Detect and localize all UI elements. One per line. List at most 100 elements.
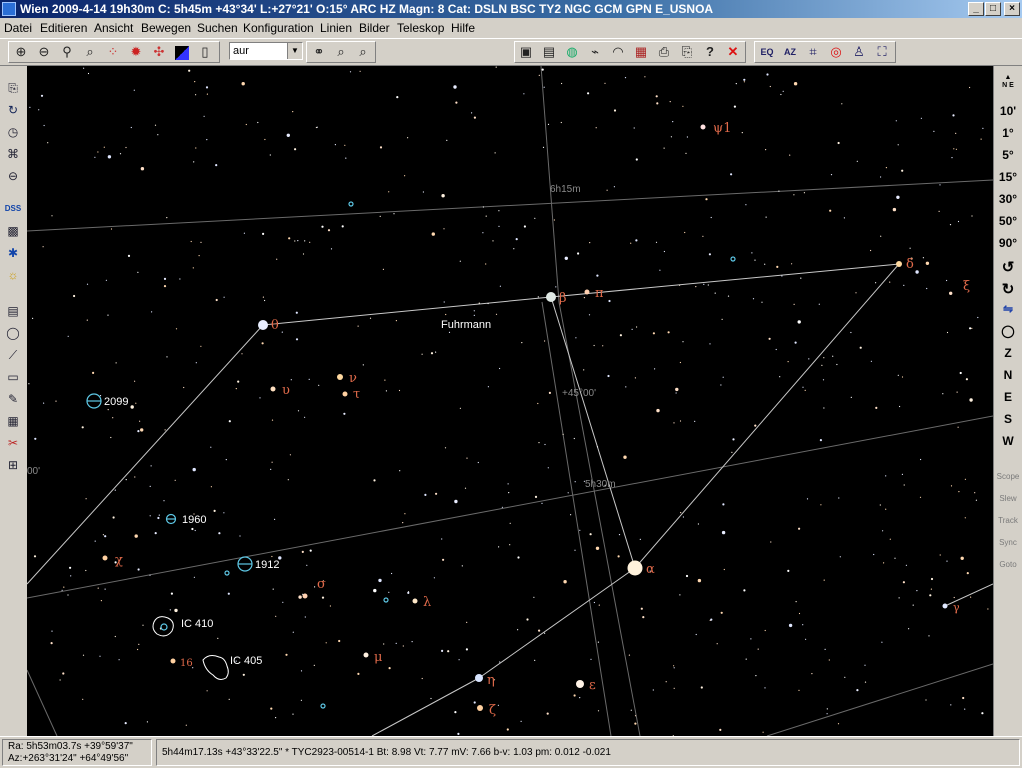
menu-ansicht[interactable]: Ansicht: [94, 21, 133, 35]
cluster-small-4[interactable]: [224, 570, 230, 576]
menu-linien[interactable]: Linien: [320, 21, 352, 35]
fov-10arcmin-button[interactable]: 10': [994, 104, 1022, 118]
refresh-icon[interactable]: ↻: [3, 100, 23, 120]
search-next-icon[interactable]: ⌕: [353, 42, 373, 62]
telescope-slew-button[interactable]: Slew: [994, 494, 1022, 503]
star-psi1[interactable]: [700, 124, 706, 130]
maximize-button[interactable]: □: [985, 2, 1001, 16]
star-16[interactable]: [170, 658, 176, 664]
fov-50deg-button[interactable]: 50°: [994, 214, 1022, 228]
star-tau[interactable]: [342, 391, 348, 397]
view-east-button[interactable]: E: [994, 390, 1022, 404]
star-lambda[interactable]: [412, 598, 418, 604]
print-setup-icon[interactable]: ⎘: [677, 42, 697, 62]
equatorial-grid-icon[interactable]: EQ: [757, 42, 777, 62]
flip-icon[interactable]: ⇋: [994, 302, 1022, 316]
measure-icon[interactable]: ⁘: [103, 42, 123, 62]
nebula-ic405[interactable]: [202, 655, 229, 680]
menu-editieren[interactable]: Editieren: [40, 21, 87, 35]
menu-konfiguration[interactable]: Konfiguration: [243, 21, 314, 35]
coordinate-grid-icon[interactable]: ⌗: [803, 42, 823, 62]
telescope-track-button[interactable]: Track: [994, 516, 1022, 525]
star-nu[interactable]: [337, 374, 343, 380]
menu-hilfe[interactable]: Hilfe: [451, 21, 475, 35]
fov-30deg-button[interactable]: 30°: [994, 192, 1022, 206]
rotate-icon[interactable]: ⌘: [3, 144, 23, 164]
circle-icon[interactable]: ◯: [3, 323, 23, 343]
satellite-icon[interactable]: ⌁: [585, 42, 605, 62]
scope-icon[interactable]: ⟋: [3, 345, 23, 365]
tools-icon[interactable]: ✂: [3, 433, 23, 453]
zoom-in-icon[interactable]: ⊕: [11, 42, 31, 62]
list-icon[interactable]: ▤: [3, 301, 23, 321]
color-scheme-icon[interactable]: [172, 42, 192, 62]
star-eta[interactable]: [475, 674, 483, 682]
horizon-icon[interactable]: ⊖: [3, 166, 23, 186]
clock-icon[interactable]: ◷: [3, 122, 23, 142]
star-chi[interactable]: [102, 555, 108, 561]
cluster-small-1[interactable]: [348, 201, 354, 207]
add-image-icon[interactable]: ⊞: [3, 455, 23, 475]
globe-icon[interactable]: ◍: [562, 42, 582, 62]
calculator-icon[interactable]: ▦: [3, 411, 23, 431]
save-icon[interactable]: ▣: [516, 42, 536, 62]
menu-teleskop[interactable]: Teleskop: [397, 21, 444, 35]
view-west-button[interactable]: W: [994, 434, 1022, 448]
star-settings-icon[interactable]: ✹: [126, 42, 146, 62]
zoom-out-icon[interactable]: ⊖: [34, 42, 54, 62]
star-delta[interactable]: [896, 261, 902, 267]
nebula-ic410[interactable]: [152, 616, 174, 637]
menu-suchen[interactable]: Suchen: [197, 21, 238, 35]
cluster-small-5[interactable]: [320, 703, 326, 709]
star-mu[interactable]: [363, 652, 369, 658]
printer-icon[interactable]: ⎙: [654, 42, 674, 62]
rotate-right-icon[interactable]: ↻: [994, 280, 1022, 298]
planet-settings-icon[interactable]: ✣: [149, 42, 169, 62]
help-icon[interactable]: ?: [700, 42, 720, 62]
fov-15deg-button[interactable]: 15°: [994, 170, 1022, 184]
view-south-button[interactable]: S: [994, 412, 1022, 426]
constellation-boundary-icon[interactable]: ⛶: [872, 42, 892, 62]
calendar-icon[interactable]: ▦: [631, 42, 651, 62]
star-zeta[interactable]: [477, 705, 483, 711]
star-pi[interactable]: [584, 289, 590, 295]
fov-5deg-button[interactable]: 5°: [994, 148, 1022, 162]
menu-bilder[interactable]: Bilder: [359, 21, 390, 35]
search-icon[interactable]: ⌕: [331, 42, 351, 62]
chevron-down-icon[interactable]: ▼: [287, 43, 302, 59]
search-combobox[interactable]: aur ▼: [229, 42, 303, 60]
menu-datei[interactable]: Datei: [4, 21, 32, 35]
telescope-goto-button[interactable]: Goto: [994, 560, 1022, 569]
view-zenith-button[interactable]: Z: [994, 346, 1022, 360]
minimize-button[interactable]: _: [968, 2, 984, 16]
binoculars-icon[interactable]: ⚭: [309, 42, 329, 62]
camera-icon[interactable]: ▩: [3, 221, 23, 241]
circle-toggle-icon[interactable]: ◯: [994, 324, 1022, 338]
page-icon[interactable]: ▯: [195, 42, 215, 62]
menu-bewegen[interactable]: Bewegen: [141, 21, 191, 35]
telescope-sync-button[interactable]: Sync: [994, 538, 1022, 547]
star-theta[interactable]: [258, 320, 268, 330]
constellation-icon[interactable]: ♙: [849, 42, 869, 62]
exit-icon[interactable]: ✕: [723, 42, 743, 62]
copy-icon[interactable]: ⎘: [3, 78, 23, 98]
lightbulb-icon[interactable]: ☼: [3, 265, 23, 285]
dss-icon[interactable]: DSS: [3, 199, 23, 219]
fov-90deg-button[interactable]: 90°: [994, 236, 1022, 250]
target-icon[interactable]: ◎: [826, 42, 846, 62]
close-button[interactable]: ×: [1004, 2, 1020, 16]
gauge-icon[interactable]: ◠: [608, 42, 628, 62]
title-bar[interactable]: Wien 2009-4-14 19h30m C: 5h45m +43°34' L…: [0, 0, 1022, 18]
zoom-fit-icon[interactable]: ⚲: [57, 42, 77, 62]
pen-icon[interactable]: ✎: [3, 389, 23, 409]
monitor-icon[interactable]: ▭: [3, 367, 23, 387]
fov-1deg-button[interactable]: 1°: [994, 126, 1022, 140]
star-epsilon[interactable]: [576, 680, 584, 688]
compass-icon[interactable]: ▲ N E: [994, 74, 1022, 90]
star-gamma[interactable]: [942, 603, 948, 609]
star-alpha[interactable]: [627, 560, 643, 576]
cluster-small-2[interactable]: [730, 256, 736, 262]
view-north-button[interactable]: N: [994, 368, 1022, 382]
telescope-scope-button[interactable]: Scope: [994, 472, 1022, 481]
magnifier-icon[interactable]: ⌕: [80, 42, 100, 62]
